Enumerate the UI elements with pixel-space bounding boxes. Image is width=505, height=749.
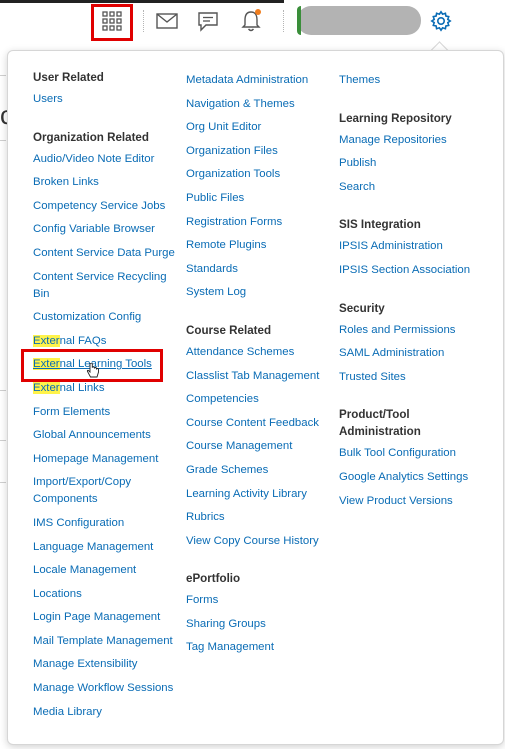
menu-link-publish[interactable]: Publish bbox=[339, 155, 489, 172]
menu-link-external-links[interactable]: External Links bbox=[33, 380, 183, 397]
menu-link-forms[interactable]: Forms bbox=[186, 592, 336, 609]
menu-link-ims-configuration[interactable]: IMS Configuration bbox=[33, 515, 183, 532]
menu-link-users[interactable]: Users bbox=[33, 91, 183, 108]
menu-link-competencies[interactable]: Competencies bbox=[186, 391, 336, 408]
menu-link-navigation-themes[interactable]: Navigation & Themes bbox=[186, 96, 336, 113]
apps-grid-icon[interactable] bbox=[101, 10, 123, 32]
menu-link-bulk-tool-configuration[interactable]: Bulk Tool Configuration bbox=[339, 445, 489, 462]
menu-section-security: Security Roles and Permissions SAML Admini… bbox=[339, 300, 489, 386]
menu-link-manage-extensibility[interactable]: Manage Extensibility bbox=[33, 656, 183, 673]
top-accent-line bbox=[0, 0, 284, 3]
menu-link-course-management[interactable]: Course Management bbox=[186, 438, 336, 455]
menu-link-google-analytics-settings[interactable]: Google Analytics Settings bbox=[339, 469, 489, 486]
gear-icon[interactable] bbox=[429, 9, 453, 33]
section-heading: Organization Related bbox=[33, 130, 149, 144]
menu-link-organization-files[interactable]: Organization Files bbox=[186, 143, 336, 160]
menu-link-login-page-management[interactable]: Login Page Management bbox=[33, 609, 183, 626]
menu-section-product-tool-administration: Product/Tool Administration Bulk Tool Con… bbox=[339, 406, 489, 509]
menu-link-grade-schemes[interactable]: Grade Schemes bbox=[186, 462, 336, 479]
menu-link-org-unit-editor[interactable]: Org Unit Editor bbox=[186, 119, 336, 136]
menu-link-tag-management[interactable]: Tag Management bbox=[186, 639, 336, 656]
notification-dot bbox=[255, 9, 261, 15]
hand-cursor-icon bbox=[86, 362, 100, 384]
menu-link-themes[interactable]: Themes bbox=[339, 72, 489, 89]
menu-section-course-related: Course Related Attendance Schemes Classlis… bbox=[186, 322, 336, 550]
user-pill-accent bbox=[297, 6, 301, 35]
section-heading: Learning Repository bbox=[339, 111, 452, 125]
menu-link-broken-links[interactable]: Broken Links bbox=[33, 174, 183, 191]
admin-tools-menu: User Related Users Organization Related Aud… bbox=[7, 50, 504, 745]
menu-section-col3-top: Themes bbox=[339, 72, 489, 89]
menu-section-user-related: User Related Users bbox=[33, 69, 183, 108]
menu-link-customization-config[interactable]: Customization Config bbox=[33, 309, 183, 326]
menu-column-2: Metadata Administration Navigation & Them… bbox=[186, 72, 336, 663]
menu-link-content-service-recycling-bin[interactable]: Content Service Recycling Bin bbox=[33, 269, 183, 303]
menu-link-attendance-schemes[interactable]: Attendance Schemes bbox=[186, 344, 336, 361]
menu-link-sharing-groups[interactable]: Sharing Groups bbox=[186, 616, 336, 633]
menu-link-roles-and-permissions[interactable]: Roles and Permissions bbox=[339, 322, 489, 339]
menu-link-locale-management[interactable]: Locale Management bbox=[33, 562, 183, 579]
menu-column-1: User Related Users Organization Related Aud… bbox=[33, 69, 183, 727]
menu-link-learning-activity-library[interactable]: Learning Activity Library bbox=[186, 486, 336, 503]
menu-link-locations[interactable]: Locations bbox=[33, 586, 183, 603]
menu-link-mail-template-management[interactable]: Mail Template Management bbox=[33, 633, 183, 650]
menu-link-search[interactable]: Search bbox=[339, 179, 489, 196]
top-navbar bbox=[0, 0, 505, 44]
menu-link-global-announcements[interactable]: Global Announcements bbox=[33, 427, 183, 444]
menu-link-homepage-management[interactable]: Homepage Management bbox=[33, 451, 183, 468]
separator bbox=[283, 10, 284, 32]
menu-link-competency-service-jobs[interactable]: Competency Service Jobs bbox=[33, 198, 183, 215]
menu-section-organization-related: Organization Related Audio/Video Note Edi… bbox=[33, 129, 183, 721]
menu-link-view-copy-course-history[interactable]: View Copy Course History bbox=[186, 533, 336, 550]
menu-link-manage-repositories[interactable]: Manage Repositories bbox=[339, 132, 489, 149]
menu-link-course-content-feedback[interactable]: Course Content Feedback bbox=[186, 415, 336, 432]
menu-link-trusted-sites[interactable]: Trusted Sites bbox=[339, 369, 489, 386]
menu-section-eportfolio: ePortfolio Forms Sharing Groups Tag Managem… bbox=[186, 570, 336, 656]
menu-section-learning-repository: Learning Repository Manage Repositories Pu… bbox=[339, 110, 489, 196]
menu-link-public-files[interactable]: Public Files bbox=[186, 190, 336, 207]
menu-link-import-export-copy-components[interactable]: Import/Export/Copy Components bbox=[33, 474, 183, 508]
separator bbox=[143, 10, 144, 32]
menu-link-media-library[interactable]: Media Library bbox=[33, 704, 183, 721]
section-heading: Course Related bbox=[186, 323, 272, 337]
menu-link-standards[interactable]: Standards bbox=[186, 261, 336, 278]
section-heading: Security bbox=[339, 301, 385, 315]
menu-link-organization-tools[interactable]: Organization Tools bbox=[186, 166, 336, 183]
section-heading: ePortfolio bbox=[186, 572, 241, 586]
menu-link-rubrics[interactable]: Rubrics bbox=[186, 509, 336, 526]
mail-icon[interactable] bbox=[155, 10, 179, 32]
chat-icon[interactable] bbox=[196, 9, 220, 33]
menu-section-sis-integration: SIS Integration IPSIS Administration IPSIS… bbox=[339, 216, 489, 279]
menu-link-view-product-versions[interactable]: View Product Versions bbox=[339, 493, 489, 510]
menu-link-remote-plugins[interactable]: Remote Plugins bbox=[186, 237, 336, 254]
menu-link-registration-forms[interactable]: Registration Forms bbox=[186, 214, 336, 231]
menu-link-external-faqs[interactable]: External FAQs bbox=[33, 333, 183, 350]
menu-link-classlist-tab-management[interactable]: Classlist Tab Management bbox=[186, 368, 336, 385]
menu-link-ipsis-section-association[interactable]: IPSIS Section Association bbox=[339, 262, 489, 279]
user-menu-button[interactable] bbox=[297, 6, 421, 35]
menu-link-language-management[interactable]: Language Management bbox=[33, 539, 183, 556]
menu-link-ipsis-administration[interactable]: IPSIS Administration bbox=[339, 238, 489, 255]
section-heading: User Related bbox=[33, 71, 104, 84]
menu-section-col2-top: Metadata Administration Navigation & Them… bbox=[186, 72, 336, 301]
section-heading: SIS Integration bbox=[339, 218, 421, 232]
menu-link-config-variable-browser[interactable]: Config Variable Browser bbox=[33, 221, 183, 238]
menu-link-audio-video-note-editor[interactable]: Audio/Video Note Editor bbox=[33, 151, 183, 168]
menu-link-saml-administration[interactable]: SAML Administration bbox=[339, 345, 489, 362]
menu-link-system-log[interactable]: System Log bbox=[186, 284, 336, 301]
menu-column-3: Themes Learning Repository Manage Reposito… bbox=[339, 72, 489, 516]
menu-link-form-elements[interactable]: Form Elements bbox=[33, 404, 183, 421]
menu-link-manage-workflow-sessions[interactable]: Manage Workflow Sessions bbox=[33, 680, 183, 697]
menu-link-metadata-administration[interactable]: Metadata Administration bbox=[186, 72, 336, 89]
menu-link-content-service-data-purge[interactable]: Content Service Data Purge bbox=[33, 245, 183, 262]
section-heading: Product/Tool Administration bbox=[339, 408, 421, 439]
background-page-edge bbox=[0, 44, 6, 749]
